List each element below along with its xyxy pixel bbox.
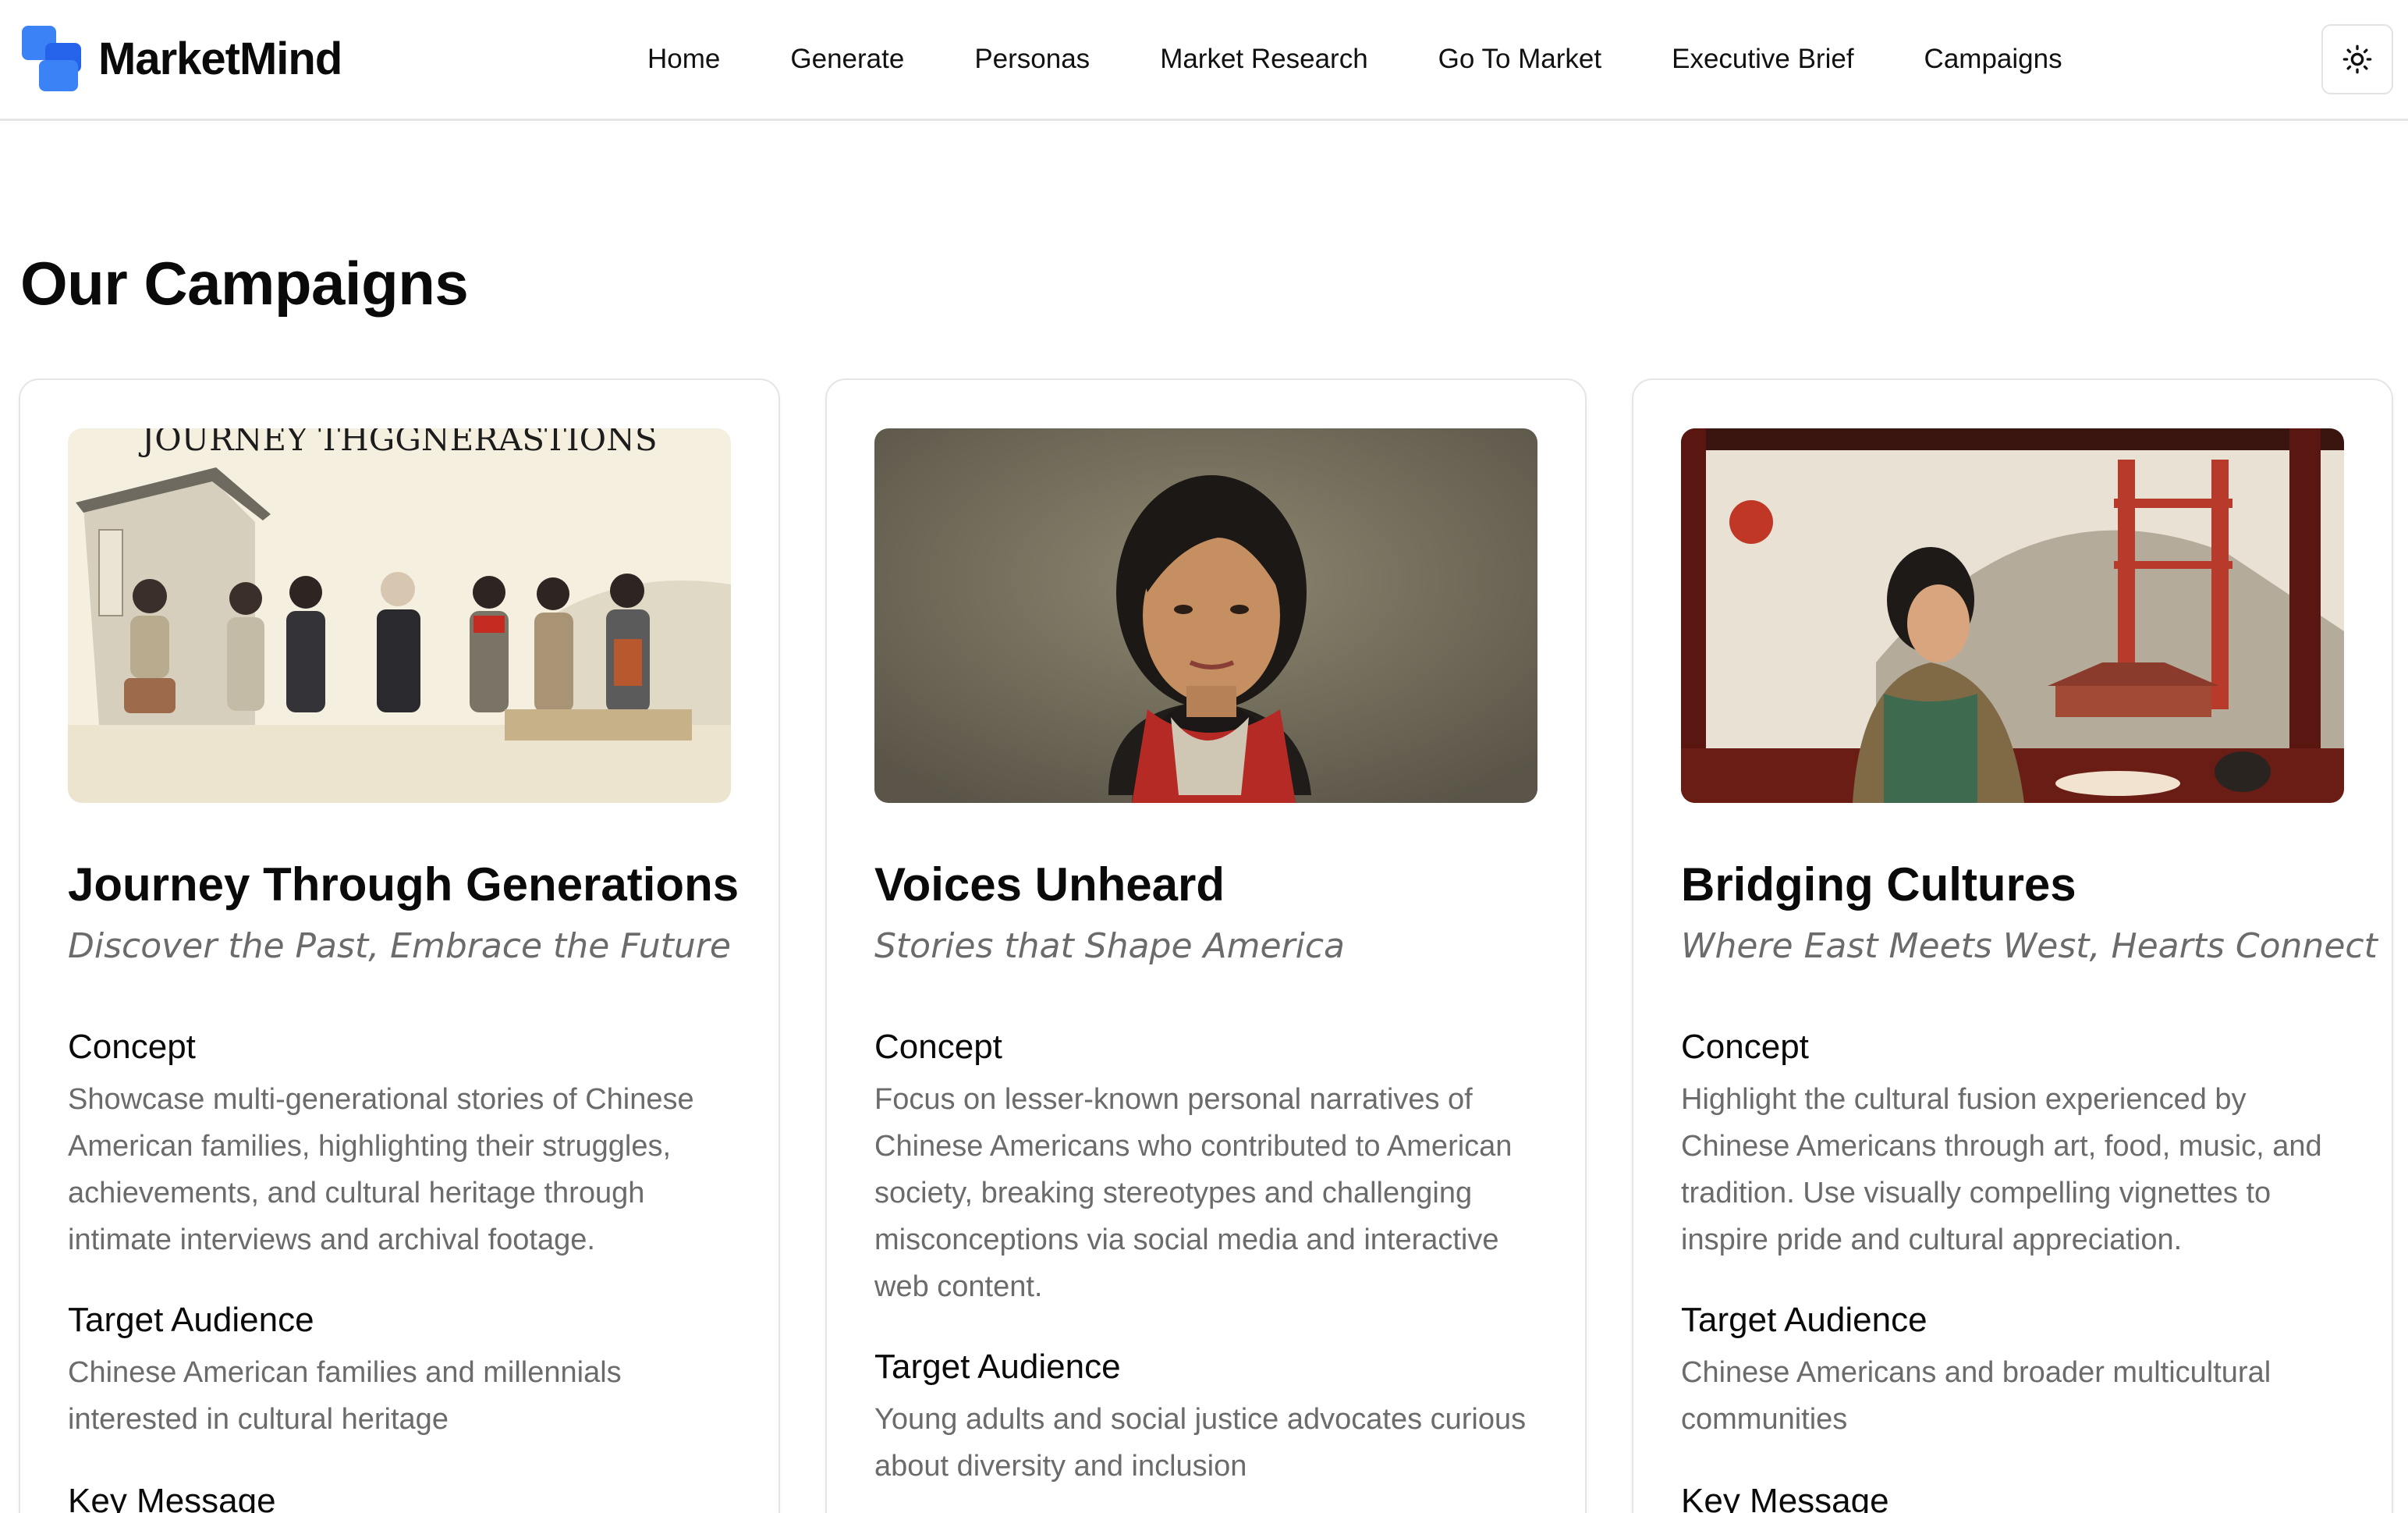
nav-campaigns[interactable]: Campaigns (1924, 44, 2062, 75)
concept-text: Highlight the cultural fusion experience… (1681, 1083, 2322, 1256)
campaign-title: Bridging Cultures (1681, 858, 2076, 911)
campaign-card-bridging-cultures: Bridging Cultures Where East Meets West,… (1632, 378, 2393, 1513)
brand-name: MarketMind (98, 33, 342, 84)
sun-icon (2342, 44, 2372, 74)
nav-home[interactable]: Home (647, 44, 720, 75)
key-message-heading: Key Message (68, 1482, 276, 1513)
campaign-title: Voices Unheard (874, 858, 1225, 911)
nav-generate[interactable]: Generate (790, 44, 904, 75)
campaign-tagline: Discover the Past, Embrace the Future (68, 926, 731, 966)
concept-heading: Concept (874, 1028, 1002, 1066)
campaign-tagline: Where East Meets West, Hearts Connect (1681, 926, 2378, 966)
concept-heading: Concept (1681, 1028, 1809, 1066)
nav-market-research[interactable]: Market Research (1160, 44, 1367, 75)
campaign-image-east-meets-west (1681, 428, 2344, 803)
concept-heading: Concept (68, 1028, 196, 1066)
nav-executive-brief[interactable]: Executive Brief (1672, 44, 1853, 75)
campaign-tagline: Stories that Shape America (874, 926, 1346, 966)
campaign-image-woman-portrait (874, 428, 1537, 803)
target-audience-text: Chinese American families and millennial… (68, 1356, 622, 1436)
theme-toggle-button[interactable] (2321, 24, 2393, 94)
main-nav: Home Generate Personas Market Research G… (647, 37, 2062, 81)
target-audience-text: Young adults and social justice advocate… (874, 1403, 1527, 1483)
campaign-card-voices-unheard: Voices Unheard Stories that Shape Americ… (825, 378, 1587, 1513)
top-navigation-bar: MarketMind Home Generate Personas Market… (0, 0, 2408, 121)
marketmind-logo-icon (22, 26, 81, 91)
key-message-heading: Key Message (1681, 1482, 1889, 1513)
target-audience-heading: Target Audience (1681, 1301, 1927, 1339)
nav-go-to-market[interactable]: Go To Market (1438, 44, 1601, 75)
brand-logo-link[interactable]: MarketMind (22, 25, 342, 92)
campaign-cards: JOURNEY THGGNERASTIONS Journey Through G… (19, 378, 2393, 1513)
target-audience-heading: Target Audience (874, 1348, 1121, 1386)
campaign-title: Journey Through Generations (68, 858, 739, 911)
concept-text: Focus on lesser-known personal narrative… (874, 1083, 1513, 1303)
target-audience-text: Chinese Americans and broader multicultu… (1681, 1356, 2271, 1436)
nav-personas[interactable]: Personas (974, 44, 1090, 75)
campaign-image-family-generations: JOURNEY THGGNERASTIONS (68, 428, 731, 803)
page-title: Our Campaigns (20, 249, 469, 318)
image-caption-text: JOURNEY THGGNERASTIONS (138, 428, 657, 458)
campaign-card-journey-through-generations: JOURNEY THGGNERASTIONS Journey Through G… (19, 378, 780, 1513)
concept-text: Showcase multi-generational stories of C… (68, 1083, 694, 1256)
target-audience-heading: Target Audience (68, 1301, 314, 1339)
